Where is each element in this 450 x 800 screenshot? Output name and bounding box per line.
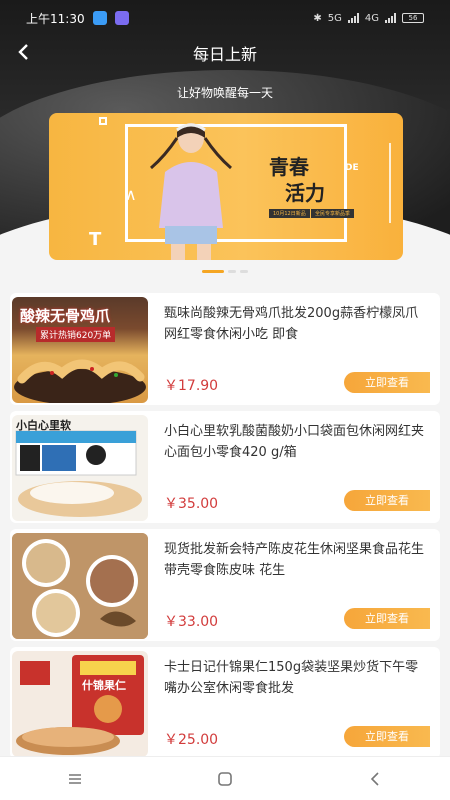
product-image-peanuts[interactable]	[12, 533, 148, 639]
product-image-chicken-feet[interactable]: 酸辣无骨鸡爪 累计热销620万单	[12, 297, 148, 403]
system-nav-bar	[0, 756, 450, 800]
banner-headline-1: 青春	[269, 155, 309, 179]
signal-icon-2	[385, 13, 396, 23]
status-bar: 上午11:30 ✱ 5G 4G 56	[0, 0, 450, 36]
thumb-caption: 酸辣无骨鸡爪	[20, 307, 111, 325]
banner-de: DE	[345, 163, 359, 173]
product-image-bread[interactable]: 小白心里软	[12, 415, 148, 521]
video-app-icon	[114, 11, 129, 25]
back-triangle-icon[interactable]	[345, 759, 405, 799]
pager-dot[interactable]	[240, 270, 248, 273]
pager-dot-active[interactable]	[202, 270, 224, 273]
bluetooth-icon: ✱	[313, 12, 322, 24]
network-label-2: 4G	[364, 12, 379, 24]
product-card[interactable]: 酸辣无骨鸡爪 累计热销620万单 甄味尚酸辣无骨鸡爪批发200g蒜香柠檬凤爪网红…	[10, 293, 440, 405]
slogan-text: 让好物唤醒每一天	[176, 86, 273, 100]
product-name[interactable]: 甄味尚酸辣无骨鸡爪批发200g蒜香柠檬凤爪网红零食休闲小吃 即食	[164, 303, 426, 345]
product-card[interactable]: 什锦果仁 卡士日记什锦果仁150g袋装坚果炒货下午零嘴办公室休闲零食批发 ￥25…	[10, 647, 440, 759]
product-price: ￥33.00	[164, 614, 219, 630]
banner-deco-square	[99, 117, 107, 125]
product-price: ￥35.00	[164, 496, 219, 512]
network-label-1: 5G	[327, 12, 342, 24]
view-now-button[interactable]: 立即查看	[344, 726, 430, 747]
thumb-sub: 累计热销620万单	[36, 327, 116, 342]
banner-deco-caret: ∧	[125, 185, 137, 204]
product-image-mixed-nuts[interactable]: 什锦果仁	[12, 651, 148, 757]
product-price: ￥17.90	[164, 378, 219, 394]
product-list: 酸辣无骨鸡爪 累计热销620万单 甄味尚酸辣无骨鸡爪批发200g蒜香柠檬凤爪网红…	[0, 287, 450, 759]
product-price: ￥25.00	[164, 732, 219, 748]
product-card[interactable]: 小白心里软 小白心里软乳酸菌酸奶小口袋面包休闲网红夹心面包小零食420 g/箱 …	[10, 411, 440, 523]
product-name[interactable]: 小白心里软乳酸菌酸奶小口袋面包休闲网红夹心面包小零食420 g/箱	[164, 421, 426, 463]
home-square-icon[interactable]	[195, 759, 255, 799]
product-name[interactable]: 卡士日记什锦果仁150g袋装坚果炒货下午零嘴办公室休闲零食批发	[164, 657, 426, 699]
banner-pager	[0, 270, 450, 273]
promo-banner[interactable]: ∧ T 青春 DE 活力 10月12日新品 全民专享新品季	[49, 113, 403, 260]
banner-headline-2: 活力	[285, 181, 325, 205]
product-name[interactable]: 现货批发新会特产陈皮花生休闲坚果食品花生带壳零食陈皮味 花生	[164, 539, 426, 581]
signal-icon-1	[347, 13, 359, 23]
banner-deco-letter: T	[89, 229, 102, 250]
thumb-caption: 什锦果仁	[82, 679, 126, 692]
banner-tag-2: 全民专享新品季	[311, 209, 355, 218]
banner-tag-1: 10月12日新品	[269, 209, 310, 218]
product-card[interactable]: 现货批发新会特产陈皮花生休闲坚果食品花生带壳零食陈皮味 花生 ￥33.00 立即…	[10, 529, 440, 641]
battery-icon: 56	[402, 13, 424, 23]
page-title: 每日上新	[192, 45, 257, 64]
banner-deco-line	[389, 143, 391, 223]
view-now-button[interactable]: 立即查看	[344, 608, 430, 629]
banner-model-figure	[150, 123, 232, 260]
menu-icon[interactable]	[45, 759, 105, 799]
battery-level: 56	[408, 14, 418, 22]
view-now-button[interactable]: 立即查看	[344, 372, 430, 393]
top-bar: 每日上新	[0, 36, 450, 68]
message-app-icon	[92, 11, 107, 25]
view-now-button[interactable]: 立即查看	[344, 490, 430, 511]
pager-dot[interactable]	[228, 270, 236, 273]
status-time: 上午11:30	[26, 11, 85, 26]
